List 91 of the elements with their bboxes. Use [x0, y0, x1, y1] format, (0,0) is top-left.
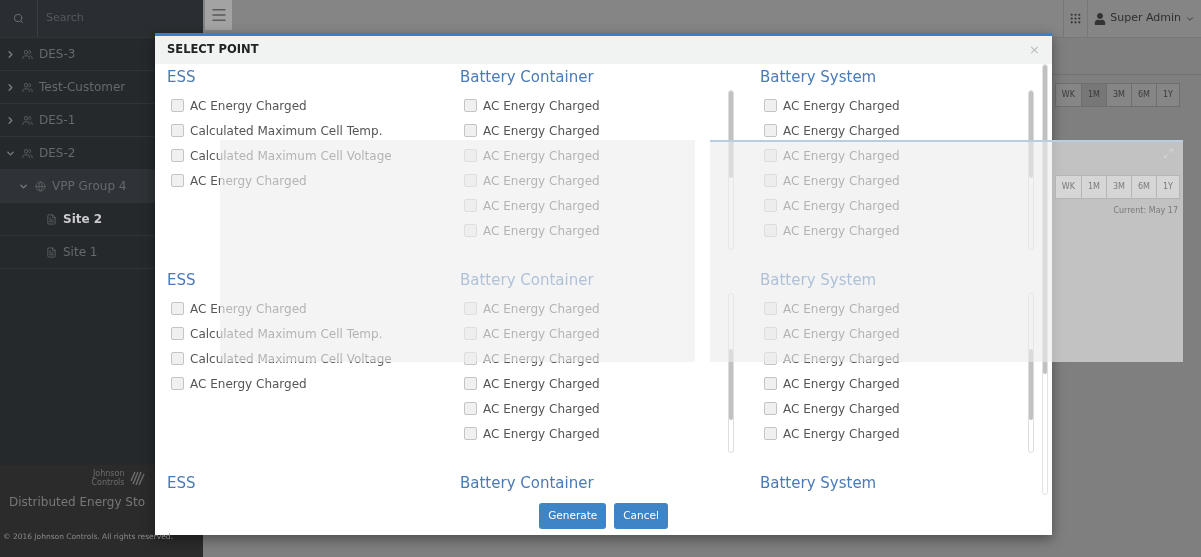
checkbox[interactable] [171, 327, 184, 340]
group-heading: ESS [167, 269, 197, 291]
point-label: AC Energy Charged [483, 400, 600, 418]
range-button[interactable]: 6M [1131, 83, 1157, 107]
range-button[interactable]: 3M [1106, 83, 1132, 107]
point-label: AC Energy Charged [483, 222, 600, 240]
point-label: AC Energy Charged [783, 97, 900, 115]
group-heading: Battery System [760, 269, 878, 291]
point-label: AC Energy Charged [190, 375, 307, 393]
point-label: AC Energy Charged [783, 172, 900, 190]
checkbox[interactable] [464, 377, 477, 390]
checkbox[interactable] [171, 174, 184, 187]
range-button[interactable]: 3M [1106, 175, 1132, 199]
user-icon [1094, 12, 1107, 25]
point-label: AC Energy Charged [783, 350, 900, 368]
point-label: AC Energy Charged [483, 300, 600, 318]
checkbox[interactable] [464, 402, 477, 415]
group-heading: Battery System [760, 472, 878, 494]
logo-icon [128, 469, 147, 487]
checkbox[interactable] [171, 302, 184, 315]
users-icon [22, 147, 33, 159]
point-label: AC Energy Charged [783, 222, 900, 240]
users-icon [22, 114, 33, 126]
point-label: AC Energy Charged [783, 197, 900, 215]
checkbox[interactable] [764, 124, 777, 137]
point-label: AC Energy Charged [783, 122, 900, 140]
point-label: Calculated Maximum Cell Voltage [190, 350, 392, 368]
point-label: Calculated Maximum Cell Temp. [190, 325, 383, 343]
group-heading: Battery Container [460, 472, 595, 494]
dialog-button[interactable]: Cancel [614, 503, 668, 529]
point-label: AC Energy Charged [190, 300, 307, 318]
logo-text: Johnson Controls [90, 469, 125, 487]
checkbox[interactable] [464, 427, 477, 440]
checkbox[interactable] [464, 99, 477, 112]
document-icon [46, 213, 57, 225]
point-label: AC Energy Charged [483, 350, 600, 368]
users-icon [22, 81, 33, 93]
group-heading: Battery Container [460, 66, 595, 88]
range-button[interactable]: 6M [1131, 175, 1157, 199]
scrollbar[interactable] [1028, 90, 1034, 250]
checkbox[interactable] [464, 352, 477, 365]
search-icon[interactable] [13, 13, 24, 24]
point-label: AC Energy Charged [483, 197, 600, 215]
point-label: AC Energy Charged [483, 172, 600, 190]
point-label: AC Energy Charged [783, 400, 900, 418]
checkbox[interactable] [171, 124, 184, 137]
range-button[interactable]: 1Y [1156, 175, 1180, 199]
document-icon [46, 246, 57, 258]
current-date: Current: May 17 [1113, 205, 1179, 217]
point-label: AC Energy Charged [483, 122, 600, 140]
menu-icon [209, 6, 228, 24]
group-heading: ESS [167, 472, 197, 494]
point-label: AC Energy Charged [483, 375, 600, 393]
range-button[interactable]: WK [1054, 83, 1082, 107]
checkbox[interactable] [764, 352, 777, 365]
point-label: AC Energy Charged [783, 325, 900, 343]
checkbox[interactable] [764, 377, 777, 390]
checkbox[interactable] [171, 149, 184, 162]
point-label: AC Energy Charged [483, 97, 600, 115]
grid-icon [1069, 12, 1083, 25]
checkbox[interactable] [764, 402, 777, 415]
range-button[interactable]: 1M [1081, 83, 1107, 107]
user-menu[interactable]: Super Admin [1087, 0, 1201, 37]
checkbox[interactable] [171, 352, 184, 365]
group-heading: Battery Container [460, 269, 595, 291]
point-label: AC Energy Charged [783, 425, 900, 443]
checkbox[interactable] [764, 427, 777, 440]
point-label: AC Energy Charged [783, 375, 900, 393]
point-label: AC Energy Charged [483, 325, 600, 343]
point-label: AC Energy Charged [783, 300, 900, 318]
scrollbar[interactable] [1028, 293, 1034, 453]
checkbox[interactable] [171, 377, 184, 390]
group-heading: Battery System [760, 66, 878, 88]
product-name: Distributed Energy Sto [8, 494, 146, 511]
scrollbar[interactable] [1042, 64, 1048, 495]
close-button[interactable]: × [1029, 40, 1040, 60]
range-button[interactable]: 1M [1081, 175, 1107, 199]
dialog-button[interactable]: Generate [539, 503, 607, 529]
scrollbar[interactable] [728, 90, 734, 250]
range-button[interactable]: WK [1054, 175, 1082, 199]
menu-button[interactable] [205, 0, 232, 30]
checkbox[interactable] [464, 124, 477, 137]
point-label: AC Energy Charged [483, 147, 600, 165]
point-label: AC Energy Charged [483, 425, 600, 443]
checkbox[interactable] [764, 99, 777, 112]
checkbox[interactable] [171, 99, 184, 112]
users-icon [22, 48, 33, 60]
globe-icon [35, 180, 46, 192]
point-label: AC Energy Charged [783, 147, 900, 165]
range-button[interactable]: 1Y [1156, 83, 1180, 107]
scrollbar[interactable] [728, 293, 734, 453]
